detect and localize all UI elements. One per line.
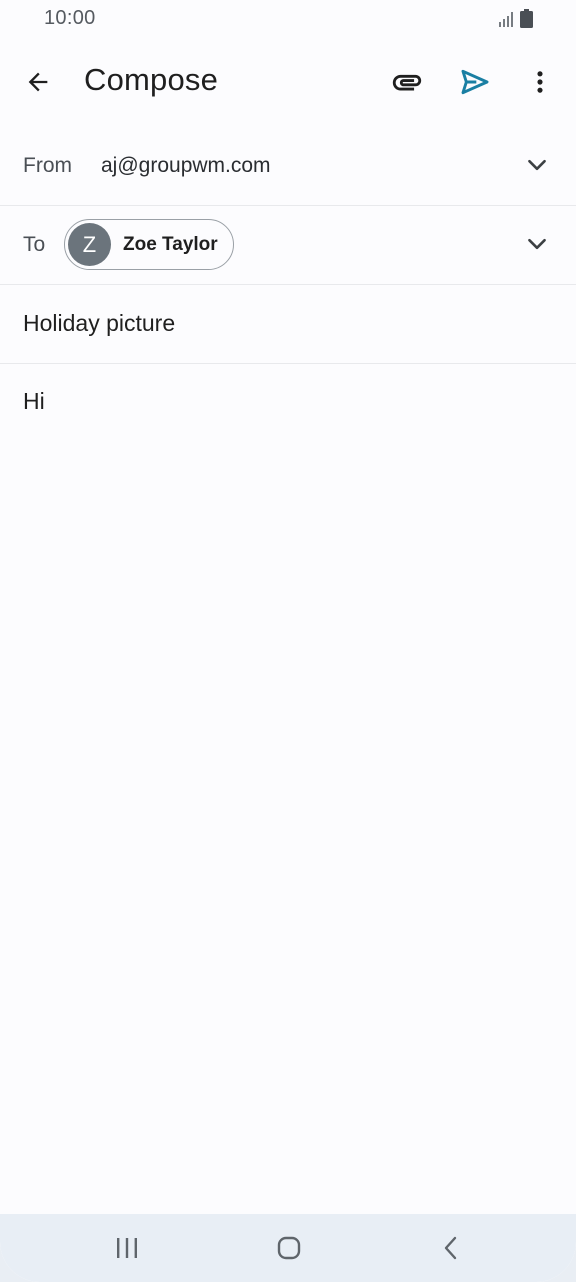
to-label: To (23, 233, 46, 256)
back-button[interactable] (18, 62, 58, 102)
recipient-name: Zoe Taylor (123, 234, 218, 255)
status-time: 10:00 (44, 7, 96, 29)
to-row[interactable]: To Z Zoe Taylor (0, 205, 576, 285)
body-input[interactable]: Hi (23, 388, 553, 1188)
home-button[interactable] (266, 1228, 312, 1268)
subject-row (0, 284, 576, 364)
avatar: Z (68, 223, 111, 266)
battery-icon (520, 9, 533, 28)
compose-screen: 10:00 Compose From aj@groupwm.com To Z Z… (0, 0, 576, 1282)
from-dropdown-button[interactable] (520, 148, 554, 182)
signal-icon (499, 12, 513, 27)
from-row[interactable]: From aj@groupwm.com (0, 126, 576, 206)
recents-button[interactable] (104, 1228, 150, 1268)
navigation-bar (0, 1214, 576, 1282)
more-vertical-icon (537, 71, 543, 93)
from-label: From (23, 154, 72, 177)
from-address: aj@groupwm.com (101, 154, 271, 177)
recipient-chip[interactable]: Z Zoe Taylor (64, 219, 234, 270)
paperclip-icon (392, 74, 422, 91)
subject-input[interactable] (23, 310, 543, 337)
system-back-button[interactable] (428, 1228, 474, 1268)
page-title: Compose (84, 62, 219, 97)
to-dropdown-button[interactable] (520, 227, 554, 261)
chevron-down-icon (528, 159, 546, 171)
camera-notch (228, 0, 348, 34)
nav-back-icon (444, 1236, 457, 1260)
more-options-button[interactable] (520, 62, 560, 102)
send-button[interactable] (454, 62, 496, 102)
arrow-back-icon (28, 72, 48, 92)
attach-button[interactable] (386, 62, 428, 102)
home-icon (277, 1236, 301, 1260)
recents-icon (117, 1238, 137, 1258)
chevron-down-icon (528, 238, 546, 250)
app-bar: Compose (0, 38, 576, 124)
send-icon (461, 69, 489, 95)
status-bar: 10:00 (0, 0, 576, 38)
